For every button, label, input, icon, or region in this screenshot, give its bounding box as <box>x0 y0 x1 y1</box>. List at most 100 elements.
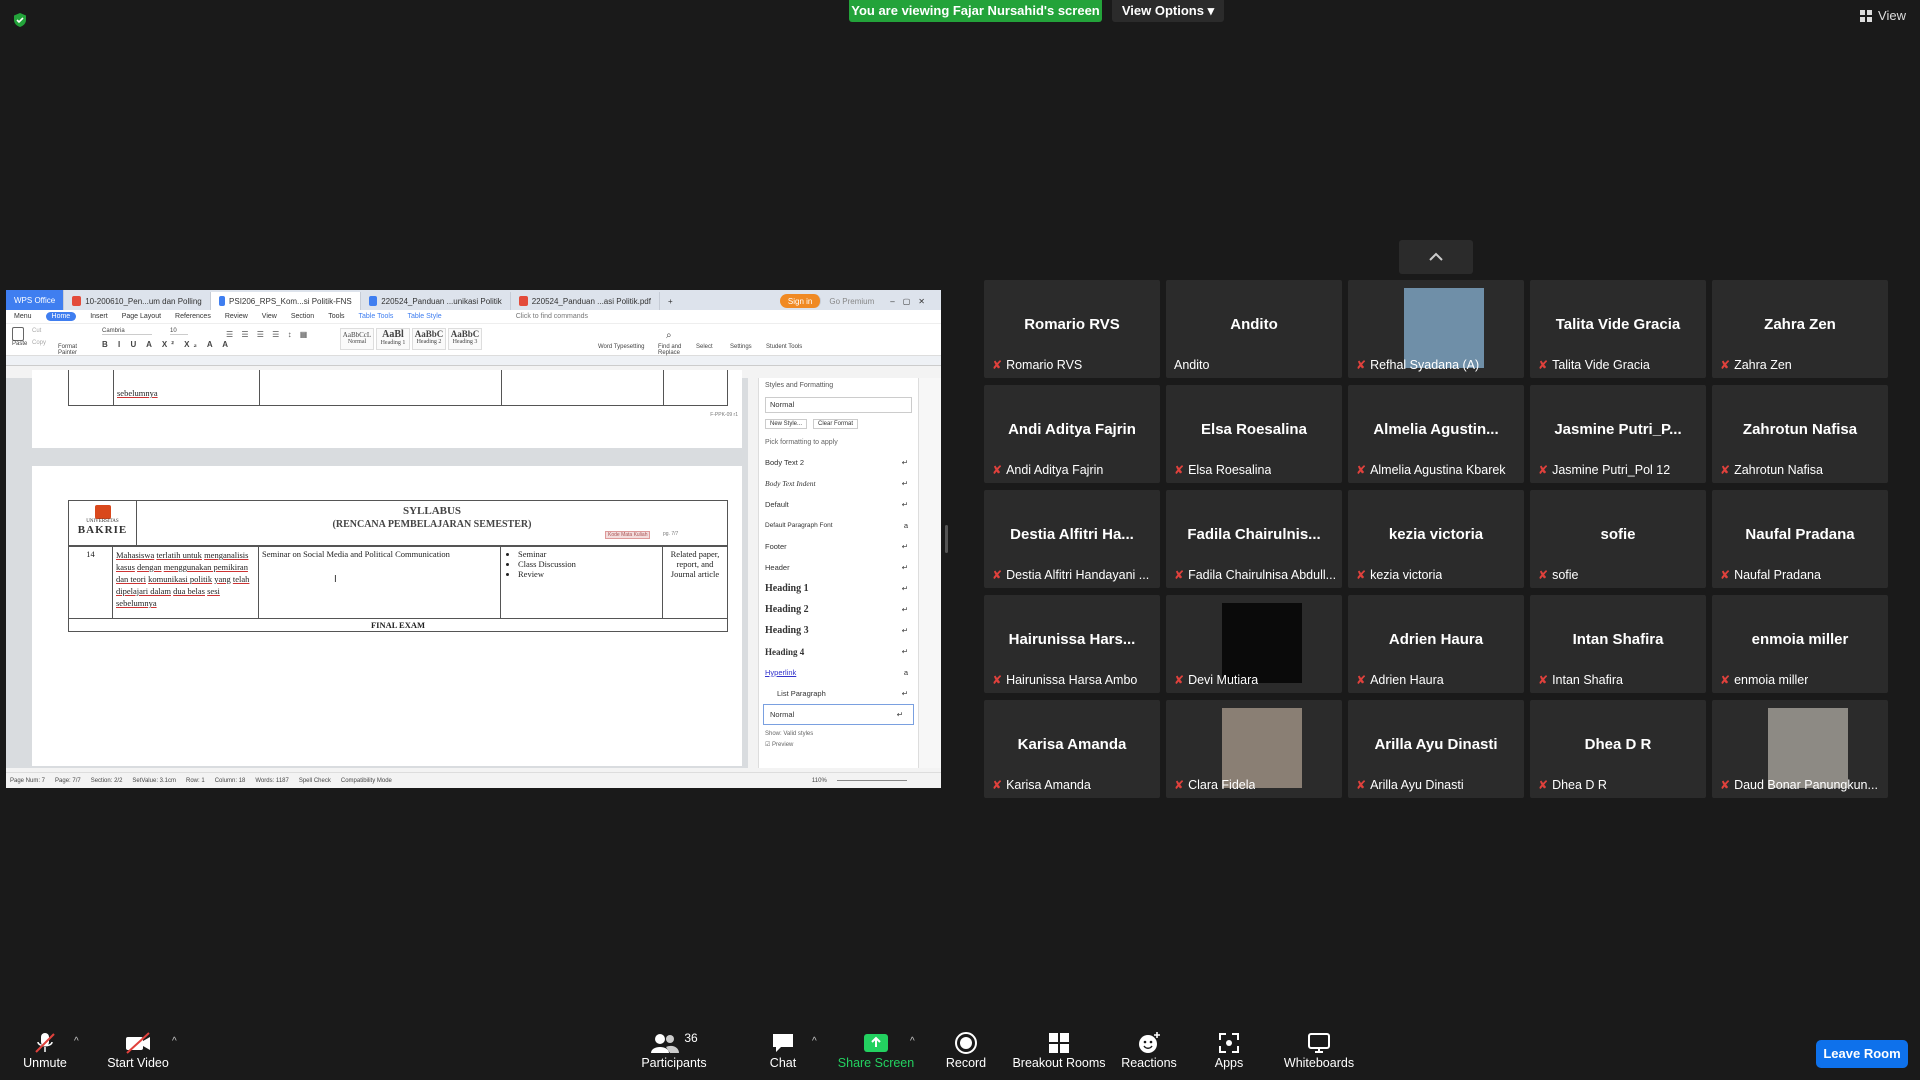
student-tools-button[interactable]: Student Tools <box>766 344 802 350</box>
chat-button[interactable]: Chat <box>733 1030 833 1070</box>
font-format-buttons[interactable]: B I U A X² X₂ A A <box>102 340 232 349</box>
style-item-default-paragraph-font[interactable]: Default Paragraph Font a <box>759 515 918 536</box>
table-row[interactable]: FINAL EXAM <box>68 618 728 632</box>
wps-right-sidebar[interactable] <box>918 378 941 768</box>
window-controls[interactable]: –▢✕ <box>882 292 941 310</box>
menu-item-page-layout[interactable]: Page Layout <box>122 313 161 320</box>
participant-tile[interactable]: Romario RVS ✘ Romario RVS <box>984 280 1160 378</box>
preview-checkbox[interactable]: ☑ Preview <box>759 739 918 750</box>
participant-tile[interactable]: Dhea D R ✘ Dhea D R <box>1530 700 1706 798</box>
style-item-body-text-indent[interactable]: Body Text Indent ↵ <box>759 473 918 494</box>
menu-item-review[interactable]: Review <box>225 313 248 320</box>
final-exam-cell[interactable]: FINAL EXAM <box>68 618 728 632</box>
participant-tile[interactable]: Jasmine Putri_P... ✘ Jasmine Putri_Pol 12 <box>1530 385 1706 483</box>
style-item-heading-2[interactable]: Heading 2 ↵ <box>759 599 918 620</box>
participant-tile[interactable]: Talita Vide Gracia ✘ Talita Vide Gracia <box>1530 280 1706 378</box>
menu-item-table-tools[interactable]: Table Tools <box>359 313 394 320</box>
split-view-divider[interactable] <box>945 525 948 553</box>
topic-cell[interactable]: Seminar on Social Media and Political Co… <box>258 546 501 619</box>
menu-item-table-style[interactable]: Table Style <box>407 313 441 320</box>
find-replace-button[interactable]: Find and Replace <box>658 344 688 356</box>
shared-screen[interactable]: WPS Office 10-200610_Pen...um dan Pollin… <box>6 290 941 788</box>
tab-document[interactable]: 220524_Panduan ...unikasi Politik <box>361 292 511 310</box>
style-heading-1[interactable]: AaBl Heading 1 <box>376 328 410 350</box>
participants-button[interactable]: 36 Participants <box>624 1030 724 1070</box>
participant-tile[interactable]: Fadila Chairulnis... ✘ Fadila Chairulnisa … <box>1166 490 1342 588</box>
tab-document[interactable]: 220524_Panduan ...asi Politik.pdf <box>511 292 660 310</box>
breakout-rooms-button[interactable]: Breakout Rooms <box>1009 1030 1109 1070</box>
menu-item-home[interactable]: Home <box>45 312 77 321</box>
format-painter-button[interactable]: Format Painter <box>58 344 88 356</box>
audio-options-caret-icon[interactable]: ^ <box>74 1036 79 1047</box>
menu-item-insert[interactable]: Insert <box>90 313 108 320</box>
style-item-normal[interactable]: Normal ↵ <box>763 704 914 725</box>
participant-tile[interactable]: ✘ Clara Fidela <box>1166 700 1342 798</box>
participant-tile[interactable]: ✘ Refhal Syadana (A) <box>1348 280 1524 378</box>
leave-room-button[interactable]: Leave Room <box>1816 1040 1908 1068</box>
style-normal[interactable]: AaBbCcL Normal <box>340 328 374 350</box>
tab-document[interactable]: 10-200610_Pen...um dan Polling <box>64 292 211 310</box>
course-code-field[interactable]: Kode Mata Kuliah <box>605 531 651 539</box>
table-row[interactable]: 14 Mahasiswa terlatih untuk menganalisis… <box>68 546 728 619</box>
syllabus-table[interactable]: 14 Mahasiswa terlatih untuk menganalisis… <box>68 546 728 632</box>
participant-tile[interactable]: Destia Alfitri Ha... ✘ Destia Alfitri Hand… <box>984 490 1160 588</box>
participant-tile[interactable]: Elsa Roesalina ✘ Elsa Roesalina <box>1166 385 1342 483</box>
style-item-body-text-2[interactable]: Body Text 2 ↵ <box>759 452 918 473</box>
menu-item-section[interactable]: Section <box>291 313 314 320</box>
participant-tile[interactable]: Hairunissa Hars... ✘ Hairunissa Harsa Ambo <box>984 595 1160 693</box>
command-search[interactable]: Click to find commands <box>516 313 588 320</box>
go-premium-button[interactable]: Go Premium <box>821 292 882 310</box>
clear-format-button[interactable]: Clear Format <box>813 419 859 429</box>
zoom-level[interactable]: 110% <box>812 778 827 784</box>
participant-tile[interactable]: sofie ✘ sofie <box>1530 490 1706 588</box>
participant-tile[interactable]: Zahrotun Nafisa ✘ Zahrotun Nafisa <box>1712 385 1888 483</box>
whiteboards-button[interactable]: Whiteboards <box>1269 1030 1369 1070</box>
tab-document-active[interactable]: PSI206_RPS_Kom...si Politik-FNS <box>210 292 361 310</box>
cut-button[interactable]: Cut <box>32 328 41 334</box>
participant-tile[interactable]: Almelia Agustin... ✘ Almelia Agustina Kbar… <box>1348 385 1524 483</box>
participant-tile[interactable]: Andito Andito <box>1166 280 1342 378</box>
participant-tile[interactable]: Zahra Zen ✘ Zahra Zen <box>1712 280 1888 378</box>
share-options-caret-icon[interactable]: ^ <box>910 1036 915 1047</box>
method-cell[interactable]: Seminar Class Discussion Review <box>500 546 663 619</box>
chat-options-caret-icon[interactable]: ^ <box>812 1036 817 1047</box>
style-heading-3[interactable]: AaBbC Heading 3 <box>448 328 482 350</box>
unmute-button[interactable]: Unmute <box>0 1030 95 1070</box>
participant-tile[interactable]: Karisa Amanda ✘ Karisa Amanda <box>984 700 1160 798</box>
current-style-select[interactable]: Normal <box>765 397 912 413</box>
settings-button[interactable]: Settings <box>730 344 752 350</box>
participant-tile[interactable]: Andi Aditya Fajrin ✘ Andi Aditya Fajrin <box>984 385 1160 483</box>
participant-tile[interactable]: enmoia miller ✘ enmoia miller <box>1712 595 1888 693</box>
word-typesetting-button[interactable]: Word Typesetting <box>598 344 644 350</box>
security-shield-icon[interactable] <box>12 12 28 28</box>
view-options-button[interactable]: View Options ▾ <box>1112 0 1224 22</box>
style-item-heading-4[interactable]: Heading 4 ↵ <box>759 641 918 662</box>
select-button[interactable]: Select <box>696 344 713 350</box>
gallery-page-up-button[interactable] <box>1399 240 1473 274</box>
participant-tile[interactable]: Adrien Haura ✘ Adrien Haura <box>1348 595 1524 693</box>
menu-item-menu[interactable]: Menu <box>14 313 32 320</box>
horizontal-ruler[interactable] <box>6 356 941 366</box>
participant-tile[interactable]: ✘ Devi Mutiara <box>1166 595 1342 693</box>
participant-tile[interactable]: ✘ Daud Bonar Panungkun... <box>1712 700 1888 798</box>
menu-item-view[interactable]: View <box>262 313 277 320</box>
record-button[interactable]: Record <box>916 1030 1016 1070</box>
new-style-button[interactable]: New Style... <box>765 419 808 429</box>
apps-button[interactable]: Apps <box>1179 1030 1279 1070</box>
new-tab-button[interactable]: + <box>660 292 681 310</box>
style-item-heading-3[interactable]: Heading 3 ↵ <box>759 620 918 641</box>
video-options-caret-icon[interactable]: ^ <box>172 1036 177 1047</box>
show-filter[interactable]: Show: Valid styles <box>759 725 918 739</box>
participant-tile[interactable]: Arilla Ayu Dinasti ✘ Arilla Ayu Dinasti <box>1348 700 1524 798</box>
view-button[interactable]: View <box>1860 8 1906 23</box>
assessment-cell[interactable]: Related paper, report, and Journal artic… <box>662 546 728 619</box>
menu-item-references[interactable]: References <box>175 313 211 320</box>
style-item-footer[interactable]: Footer ↵ <box>759 536 918 557</box>
tab-wps-office[interactable]: WPS Office <box>6 290 65 310</box>
spell-check-toggle[interactable]: Spell Check <box>299 778 331 784</box>
style-item-heading-1[interactable]: Heading 1 ↵ <box>759 578 918 599</box>
competency-cell[interactable]: Mahasiswa terlatih untuk menganalisis ka… <box>112 546 259 619</box>
week-cell[interactable]: 14 <box>68 546 113 619</box>
font-name-select[interactable]: Cambria <box>102 328 152 335</box>
style-item-header[interactable]: Header ↵ <box>759 557 918 578</box>
